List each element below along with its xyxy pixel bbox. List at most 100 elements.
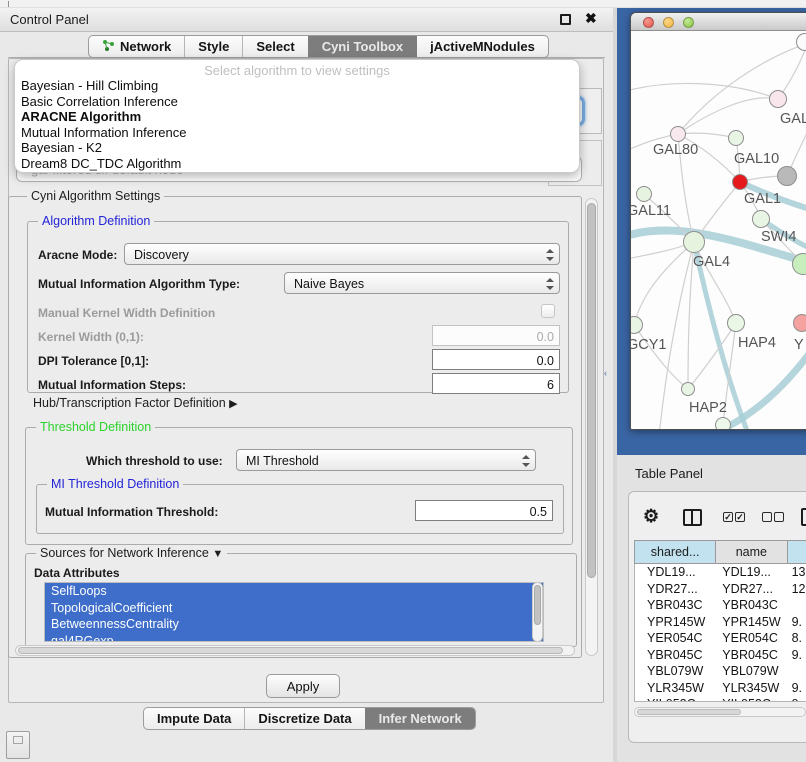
tab-style[interactable]: Style <box>184 36 242 57</box>
table-column-header-shared[interactable]: shared... <box>635 541 716 563</box>
network-node[interactable] <box>636 186 652 202</box>
algorithm-option-bayesian-k2[interactable]: Bayesian - K2 <box>15 140 579 156</box>
network-canvas[interactable]: GALGAL80GAL10GAL1GAL11SWI4GAL4GCY1HAP4YH… <box>631 31 806 430</box>
panel-corner-button[interactable] <box>6 731 30 759</box>
dpi-tolerance-field[interactable] <box>432 349 560 370</box>
split-columns-icon[interactable] <box>683 509 702 526</box>
table-cell[interactable]: YBR043C <box>635 597 716 614</box>
table-cell[interactable]: 13 <box>788 564 806 581</box>
zoom-traffic-light[interactable] <box>683 17 694 28</box>
settings-vscrollbar[interactable] <box>585 198 598 656</box>
table-cell[interactable]: YLR345W <box>716 680 787 697</box>
which-threshold-combobox[interactable]: MI Threshold <box>236 449 536 471</box>
table-cell[interactable]: YBR045C <box>716 647 787 664</box>
table-row[interactable]: YER054CYER054C8. <box>635 630 806 647</box>
tab-discretize-data[interactable]: Discretize Data <box>244 708 364 729</box>
table-cell[interactable]: YPR145W <box>635 614 716 631</box>
network-node[interactable] <box>715 417 731 430</box>
network-node[interactable] <box>769 90 787 108</box>
settings-hscrollbar[interactable] <box>15 645 575 656</box>
table-cell[interactable]: YDR27... <box>716 581 787 598</box>
mi-type-combobox[interactable]: Naive Bayes <box>284 272 560 294</box>
table-cell[interactable]: 9. <box>788 680 806 697</box>
algorithm-option-dream8-dc-tdc-algorithm[interactable]: Dream8 DC_TDC Algorithm <box>15 156 579 172</box>
tab-impute-data[interactable]: Impute Data <box>144 708 244 729</box>
table-row[interactable]: YBL079WYBL079W <box>635 663 806 680</box>
select-all-checks-icon[interactable]: ✓✓ <box>723 512 745 522</box>
manual-kernel-checkbox[interactable] <box>541 304 555 318</box>
table-row[interactable]: YIL052CYIL052C9 <box>635 696 806 702</box>
data-attributes-list[interactable]: SelfLoopsTopologicalCoefficientBetweenne… <box>44 582 544 642</box>
table-row[interactable]: YDL19...YDL19...13 <box>635 564 806 581</box>
table-column-header-a[interactable]: A <box>788 541 806 563</box>
tab-infer-network[interactable]: Infer Network <box>365 708 475 729</box>
gear-icon[interactable]: ⚙ <box>643 506 659 527</box>
tab-jactivemnodules[interactable]: jActiveMNodules <box>416 36 548 57</box>
splitter-collapse-arrow[interactable]: ‹ <box>604 368 607 378</box>
table-cell[interactable]: 9. <box>788 614 806 631</box>
network-node[interactable] <box>683 231 705 253</box>
data-attribute-item-selfloops[interactable]: SelfLoops <box>45 583 543 600</box>
table-cell[interactable]: 8. <box>788 630 806 647</box>
algorithm-option-mutual-information-inference[interactable]: Mutual Information Inference <box>15 125 579 141</box>
table-column-header-name[interactable]: name <box>716 541 787 563</box>
network-node[interactable] <box>732 174 748 190</box>
apply-button[interactable]: Apply <box>266 674 340 698</box>
mi-threshold-field[interactable] <box>415 500 553 521</box>
network-node[interactable] <box>670 126 686 142</box>
tab-network[interactable]: Network <box>89 36 184 57</box>
table-row[interactable]: YLR345WYLR345W9. <box>635 680 806 697</box>
table-cell[interactable]: YER054C <box>716 630 787 647</box>
minimize-traffic-light[interactable] <box>663 17 674 28</box>
table-cell[interactable]: 9. <box>788 647 806 664</box>
table-cell[interactable]: YDL19... <box>716 564 787 581</box>
data-attribute-item-gal4rgexp[interactable]: gal4RGexp <box>45 633 543 643</box>
table-hscrollbar[interactable] <box>634 707 806 717</box>
hub-definition-expander[interactable]: Hub/Transcription Factor Definition ▶ <box>33 396 238 410</box>
table-row[interactable]: YBR043CYBR043C <box>635 597 806 614</box>
table-cell[interactable]: YBL079W <box>716 663 787 680</box>
network-node[interactable] <box>752 210 770 228</box>
table-cell[interactable]: YLR345W <box>635 680 716 697</box>
mi-steps-field[interactable] <box>432 373 560 394</box>
table-row[interactable]: YPR145WYPR145W9. <box>635 614 806 631</box>
close-traffic-light[interactable] <box>643 17 654 28</box>
network-window-titlebar[interactable] <box>631 13 806 31</box>
table-cell[interactable] <box>788 597 806 614</box>
table-cell[interactable] <box>788 663 806 680</box>
table-cell[interactable]: 12 <box>788 581 806 598</box>
data-attribute-item-betweennesscentrality[interactable]: BetweennessCentrality <box>45 616 543 633</box>
close-icon[interactable]: ✖ <box>585 10 597 27</box>
network-view-window[interactable]: GALGAL80GAL10GAL1GAL11SWI4GAL4GCY1HAP4YH… <box>630 12 806 430</box>
algorithm-option-bayesian-hill-climbing[interactable]: Bayesian - Hill Climbing <box>15 78 579 94</box>
table-cell[interactable]: YPR145W <box>716 614 787 631</box>
network-node[interactable] <box>793 314 806 332</box>
table-cell[interactable]: YDL19... <box>635 564 716 581</box>
table-cell[interactable]: YBR045C <box>635 647 716 664</box>
network-node[interactable] <box>681 382 695 396</box>
aracne-mode-combobox[interactable]: Discovery <box>124 243 560 265</box>
algorithm-option-basic-correlation-inference[interactable]: Basic Correlation Inference <box>15 94 579 110</box>
kernel-width-field[interactable] <box>432 325 560 346</box>
float-icon[interactable] <box>560 14 571 25</box>
table-cell[interactable]: YBL079W <box>635 663 716 680</box>
table-cell[interactable]: YIL052C <box>716 696 787 702</box>
network-node[interactable] <box>777 166 797 186</box>
tab-cyni-toolbox[interactable]: Cyni Toolbox <box>308 36 416 57</box>
table-row[interactable]: YBR045CYBR045C9. <box>635 647 806 664</box>
table-cell[interactable]: YDR27... <box>635 581 716 598</box>
network-node[interactable] <box>727 314 745 332</box>
deselect-all-checks-icon[interactable] <box>762 512 784 522</box>
collapse-arrow-icon[interactable]: ▼ <box>212 548 223 560</box>
algorithm-option-aracne-algorithm[interactable]: ARACNE Algorithm <box>15 109 579 125</box>
data-attribute-item-topologicalcoefficient[interactable]: TopologicalCoefficient <box>45 600 543 617</box>
table-cell[interactable]: 9 <box>788 696 806 702</box>
table-cell[interactable]: YBR043C <box>716 597 787 614</box>
tab-select[interactable]: Select <box>242 36 307 57</box>
table-cell[interactable]: YER054C <box>635 630 716 647</box>
new-table-icon[interactable] <box>801 508 806 526</box>
attributes-vscrollbar[interactable] <box>532 582 543 642</box>
network-node[interactable] <box>728 130 744 146</box>
table-cell[interactable]: YIL052C <box>635 696 716 702</box>
table-row[interactable]: YDR27...YDR27...12 <box>635 581 806 598</box>
